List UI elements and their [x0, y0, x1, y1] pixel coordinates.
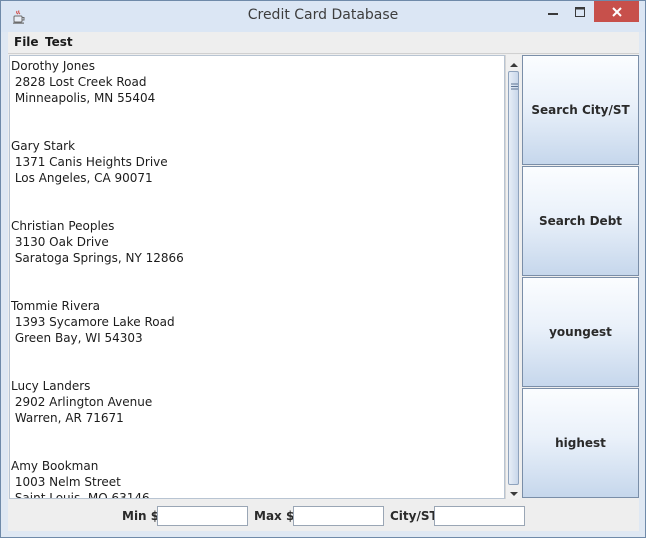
record-street: 1393 Sycamore Lake Road	[11, 315, 175, 329]
record-city: Los Angeles, CA 90071	[11, 171, 153, 185]
vertical-scrollbar[interactable]	[505, 55, 520, 499]
filter-bar: Min $ Max $ City/ST	[8, 500, 639, 531]
scroll-up-button[interactable]	[506, 55, 521, 70]
max-amount-field[interactable]	[293, 506, 384, 526]
close-icon	[611, 2, 622, 21]
city-state-field[interactable]	[434, 506, 525, 526]
record-street: 1371 Canis Heights Drive	[11, 155, 168, 169]
record-name: Dorothy Jones	[11, 59, 95, 73]
search-city-button[interactable]: Search City/ST	[522, 55, 639, 165]
record-name: Christian Peoples	[11, 219, 115, 233]
record-item: Gary Stark 1371 Canis Heights Drive Los …	[10, 138, 184, 218]
record-city: Saint Louis, MO 63146	[11, 491, 150, 499]
close-button[interactable]	[594, 1, 639, 22]
search-debt-button[interactable]: Search Debt	[522, 166, 639, 276]
record-street: 2902 Arlington Avenue	[11, 395, 153, 409]
scroll-thumb[interactable]	[508, 71, 519, 485]
record-city: Minneapolis, MN 55404	[11, 91, 156, 105]
record-city: Saratoga Springs, NY 12866	[11, 251, 184, 265]
record-street: 3130 Oak Drive	[11, 235, 109, 249]
highest-button[interactable]: highest	[522, 388, 639, 498]
chevron-up-icon	[509, 53, 518, 72]
record-name: Amy Bookman	[11, 459, 99, 473]
minimize-button[interactable]	[540, 1, 566, 22]
main-content: Dorothy Jones 2828 Lost Creek Road Minne…	[8, 54, 639, 531]
records-list: Dorothy Jones 2828 Lost Creek Road Minne…	[10, 58, 184, 499]
record-city: Warren, AR 71671	[11, 411, 124, 425]
record-street: 2828 Lost Creek Road	[11, 75, 147, 89]
record-street: 1003 Nelm Street	[11, 475, 121, 489]
max-label: Max $	[254, 509, 295, 523]
menu-test[interactable]: Test	[45, 35, 73, 49]
maximize-button[interactable]	[567, 1, 593, 22]
menu-file[interactable]: File	[14, 35, 39, 49]
city-state-label: City/ST	[390, 509, 438, 523]
menu-bar: File Test	[8, 32, 639, 54]
chevron-down-icon	[509, 482, 518, 501]
title-bar[interactable]: Credit Card Database	[1, 1, 645, 32]
record-item: Amy Bookman 1003 Nelm Street Saint Louis…	[10, 458, 184, 499]
record-item: Christian Peoples 3130 Oak Drive Saratog…	[10, 218, 184, 298]
record-name: Lucy Landers	[11, 379, 91, 393]
record-item: Lucy Landers 2902 Arlington Avenue Warre…	[10, 378, 184, 458]
min-amount-field[interactable]	[157, 506, 248, 526]
min-label: Min $	[122, 509, 160, 523]
record-name: Tommie Rivera	[11, 299, 100, 313]
records-text-area[interactable]: Dorothy Jones 2828 Lost Creek Road Minne…	[9, 55, 505, 499]
record-item: Tommie Rivera 1393 Sycamore Lake Road Gr…	[10, 298, 184, 378]
grip-icon	[511, 75, 518, 90]
record-item: Dorothy Jones 2828 Lost Creek Road Minne…	[10, 58, 184, 138]
scroll-down-button[interactable]	[506, 484, 521, 499]
record-name: Gary Stark	[11, 139, 76, 153]
minimize-icon	[548, 2, 558, 21]
record-city: Green Bay, WI 54303	[11, 331, 143, 345]
maximize-icon	[575, 2, 585, 21]
app-window: Credit Card Database File Test Dorothy J…	[0, 0, 646, 538]
youngest-button[interactable]: youngest	[522, 277, 639, 387]
